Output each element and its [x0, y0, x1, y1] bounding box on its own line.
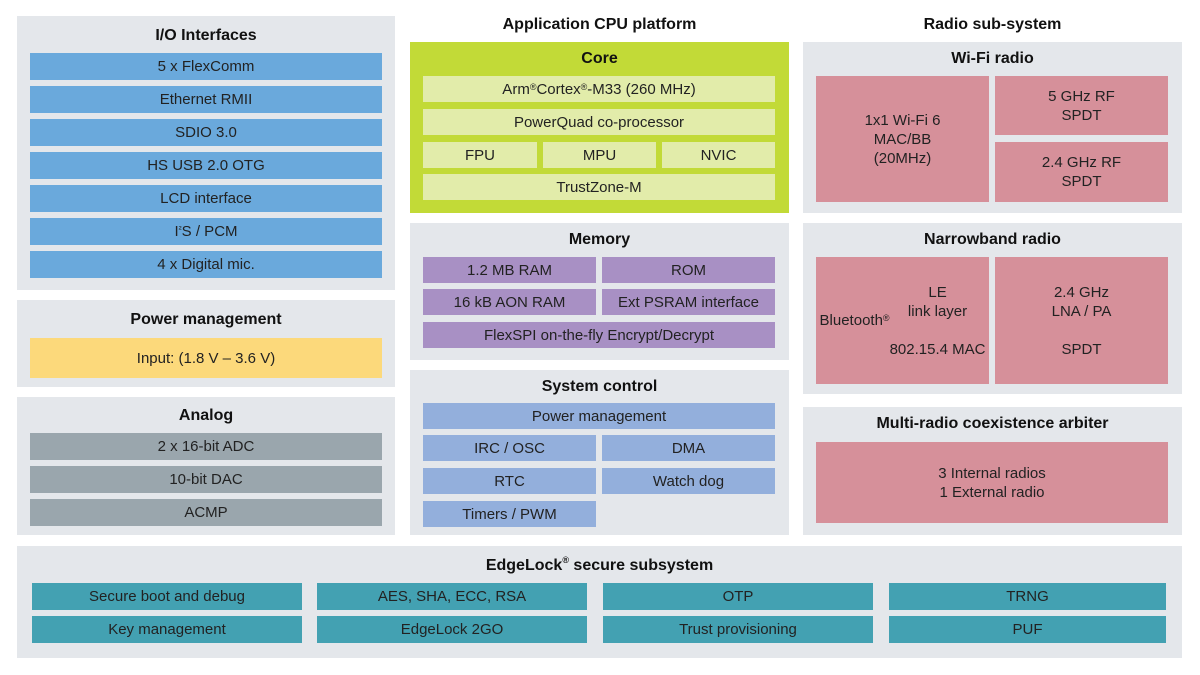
system-control-item: RTC — [423, 468, 596, 494]
wifi-mac-block: 1x1 Wi-Fi 6 MAC/BB (20MHz) — [816, 76, 989, 202]
system-control-item: DMA — [602, 435, 775, 461]
narrowband-radio-panel: Narrowband radio Bluetooth ® LE link laye… — [803, 223, 1182, 394]
memory-item: Ext PSRAM interface — [602, 289, 775, 315]
security-item: TRNG — [889, 583, 1166, 610]
mpu-block: MPU — [543, 142, 656, 168]
memory-item: 1.2 MB RAM — [423, 257, 596, 283]
io-item: 4 x Digital mic. — [30, 251, 382, 278]
io-interfaces-panel: I/O Interfaces 5 x FlexComm Ethernet RMI… — [17, 16, 395, 290]
coexistence-radios-block: 3 Internal radios 1 External radio — [816, 442, 1168, 523]
analog-item: 10-bit DAC — [30, 466, 382, 493]
power-management-title: Power management — [130, 311, 282, 328]
system-control-title: System control — [541, 378, 658, 395]
security-item: AES, SHA, ECC, RSA — [317, 583, 587, 610]
trustzone-block: TrustZone-M — [423, 174, 775, 200]
lna-pa-spdt-block: 2.4 GHz LNA / PA SPDT — [995, 257, 1168, 384]
narrowband-radio-title: Narrowband radio — [924, 231, 1061, 248]
security-item: Secure boot and debug — [32, 583, 302, 610]
security-item: EdgeLock 2GO — [317, 616, 587, 643]
wifi-5ghz-rf-block: 5 GHz RF SPDT — [995, 76, 1168, 135]
analog-title: Analog — [178, 407, 234, 424]
power-input-range: Input: (1.8 V – 3.6 V) — [30, 338, 382, 378]
memory-item: 16 kB AON RAM — [423, 289, 596, 315]
radio-subsystem-title: Radio sub-system — [923, 16, 1062, 33]
powerquad-block: PowerQuad co-processor — [423, 109, 775, 135]
nvic-block: NVIC — [662, 142, 775, 168]
io-item: SDIO 3.0 — [30, 119, 382, 146]
system-control-panel: System control Power management IRC / OS… — [410, 370, 789, 535]
io-item: HS USB 2.0 OTG — [30, 152, 382, 179]
system-control-item: Power management — [423, 403, 775, 429]
security-item: PUF — [889, 616, 1166, 643]
io-item: LCD interface — [30, 185, 382, 212]
io-item: I²S / PCM — [30, 218, 382, 245]
system-control-item: Timers / PWM — [423, 501, 596, 527]
fpu-block: FPU — [423, 142, 537, 168]
cpu-block: Arm ® Cortex ® -M33 (260 MHz) — [423, 76, 775, 102]
application-cpu-platform-title: Application CPU platform — [502, 16, 697, 33]
memory-panel: Memory 1.2 MB RAM ROM 16 kB AON RAM Ext … — [410, 223, 789, 360]
edgelock-title: EdgeLock® secure subsystem — [485, 555, 714, 574]
system-control-item: Watch dog — [602, 468, 775, 494]
security-item: Key management — [32, 616, 302, 643]
analog-item: ACMP — [30, 499, 382, 526]
core-panel: Core Arm ® Cortex ® -M33 (260 MHz) PowerQua… — [410, 42, 789, 213]
memory-item: ROM — [602, 257, 775, 283]
analog-item: 2 x 16-bit ADC — [30, 433, 382, 460]
analog-panel: Analog 2 x 16-bit ADC 10-bit DAC ACMP — [17, 397, 395, 535]
edgelock-panel: EdgeLock® secure subsystem Secure boot a… — [17, 546, 1182, 658]
system-control-item: IRC / OSC — [423, 435, 596, 461]
io-item: 5 x FlexComm — [30, 53, 382, 80]
io-item: Ethernet RMII — [30, 86, 382, 113]
security-item: OTP — [603, 583, 873, 610]
power-management-panel: Power management Input: (1.8 V – 3.6 V) — [17, 300, 395, 387]
wifi-24ghz-rf-block: 2.4 GHz RF SPDT — [995, 142, 1168, 202]
wifi-radio-panel: Wi-Fi radio 1x1 Wi-Fi 6 MAC/BB (20MHz) 5… — [803, 42, 1182, 213]
coexistence-arbiter-title: Multi-radio coexistence arbiter — [876, 415, 1109, 432]
memory-item: FlexSPI on-the-fly Encrypt/Decrypt — [423, 322, 775, 348]
security-item: Trust provisioning — [603, 616, 873, 643]
memory-title: Memory — [568, 231, 631, 248]
coexistence-arbiter-panel: Multi-radio coexistence arbiter 3 Intern… — [803, 407, 1182, 535]
io-interfaces-title: I/O Interfaces — [155, 27, 257, 44]
wifi-radio-title: Wi-Fi radio — [951, 50, 1034, 67]
core-title: Core — [581, 50, 618, 67]
bluetooth-802154-block: Bluetooth ® LE link layer 802.15.4 MAC — [816, 257, 989, 384]
